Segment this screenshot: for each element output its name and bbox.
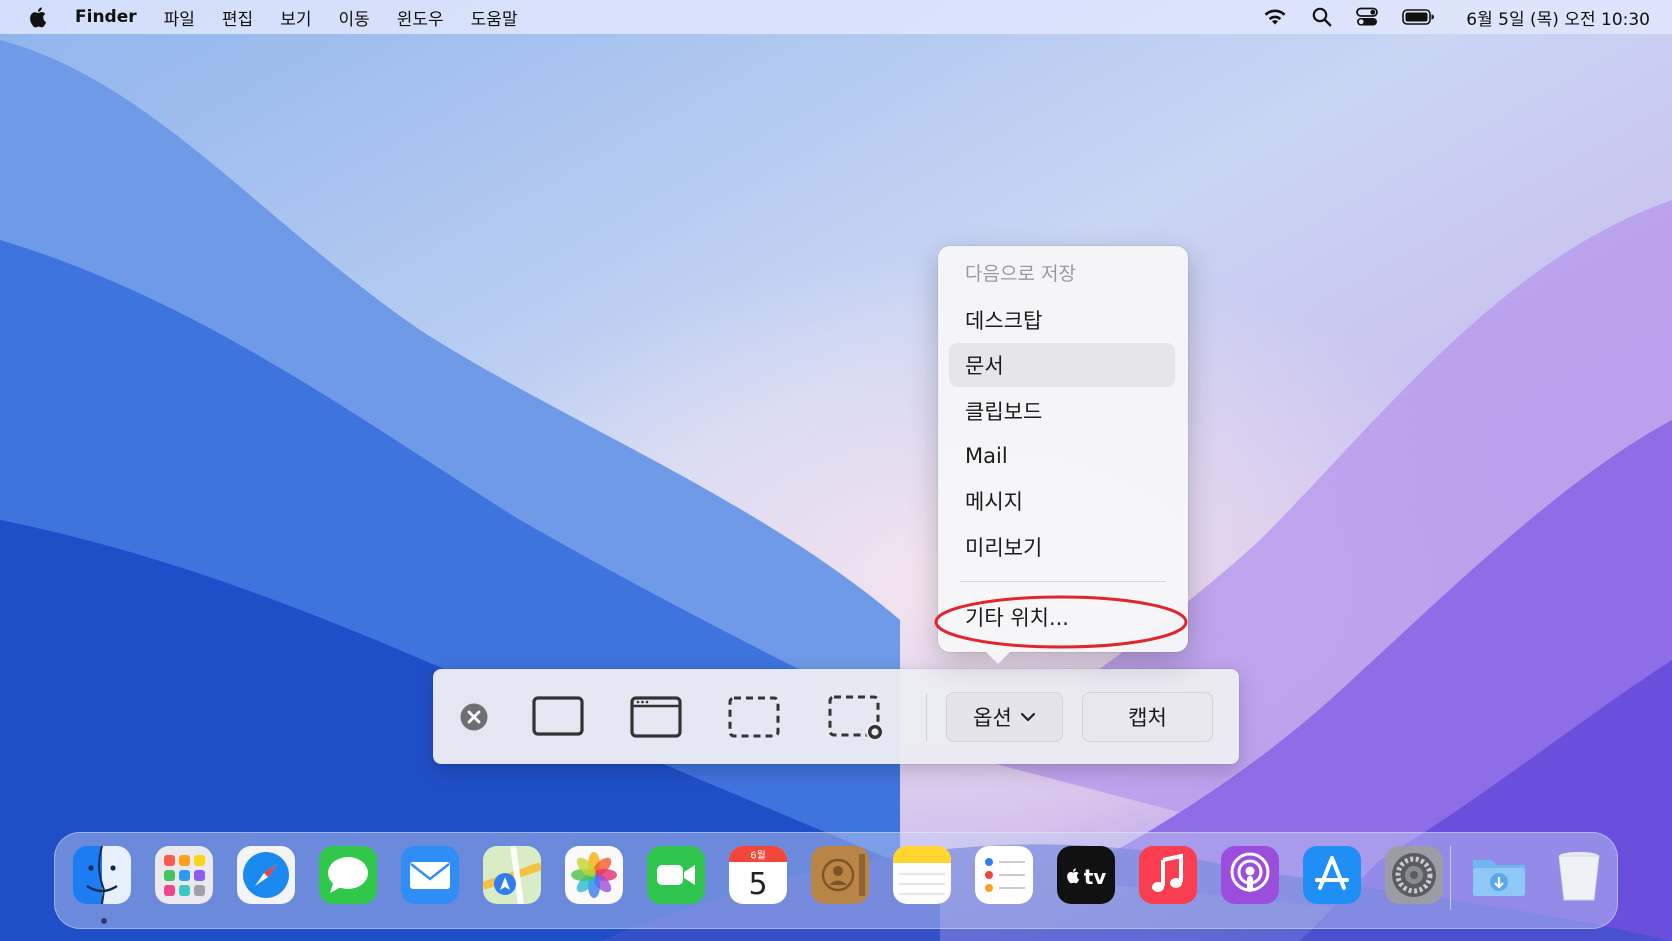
safari-icon[interactable] [237, 846, 295, 904]
calendar-month: 6월 [750, 850, 766, 862]
control-center-icon[interactable] [1356, 7, 1379, 27]
menu-item-messages[interactable]: 메시지 [949, 479, 1175, 523]
window-icon [630, 696, 682, 738]
toolbar-divider [926, 693, 927, 741]
launchpad-icon[interactable] [155, 846, 213, 904]
menu-item-other-location[interactable]: 기타 위치... [949, 595, 1175, 639]
trash-icon[interactable] [1550, 846, 1608, 904]
system-settings-icon[interactable] [1385, 846, 1443, 904]
dock-separator [1450, 846, 1451, 910]
music-icon[interactable] [1139, 846, 1197, 904]
menu-clock[interactable]: 6월 5일 (목) 오전 10:30 [1466, 5, 1650, 30]
calendar-day: 5 [748, 867, 767, 902]
capture-label: 캡처 [1128, 706, 1167, 730]
wifi-icon[interactable] [1262, 7, 1288, 27]
menu-go[interactable]: 이동 [338, 5, 369, 30]
apple-icon[interactable] [29, 6, 49, 28]
podcasts-icon[interactable] [1221, 846, 1279, 904]
photos-icon[interactable] [565, 846, 623, 904]
capture-button[interactable]: 캡처 [1082, 692, 1213, 742]
dock: 6월 5 tv [54, 832, 1618, 929]
capture-selection-button[interactable] [727, 695, 781, 739]
mail-icon[interactable] [401, 846, 459, 904]
menu-pointer [986, 652, 1010, 664]
menu-item-clipboard[interactable]: 클립보드 [949, 389, 1175, 433]
menu-separator [960, 581, 1166, 582]
facetime-icon[interactable] [647, 846, 705, 904]
capture-window-button[interactable] [629, 695, 683, 739]
desktop-wallpaper [0, 0, 1672, 941]
finder-running-indicator [101, 918, 107, 924]
tv-label: tv [1084, 865, 1107, 889]
capture-entire-screen-button[interactable] [531, 695, 585, 739]
app-store-icon[interactable] [1303, 846, 1361, 904]
contacts-icon[interactable] [811, 846, 869, 904]
menu-app-name[interactable]: Finder [75, 7, 137, 27]
menu-item-preview[interactable]: 미리보기 [949, 525, 1175, 569]
save-location-menu: 다음으로 저장 데스크탑 문서 클립보드 Mail 메시지 미리보기 기타 위치… [938, 246, 1188, 664]
screenshot-toolbar: 옵션 캡처 [433, 669, 1239, 764]
selection-icon [728, 696, 780, 738]
calendar-icon[interactable]: 6월 5 [729, 846, 787, 904]
spotlight-search-icon[interactable] [1312, 7, 1332, 27]
close-button[interactable] [458, 701, 490, 733]
menu-item-desktop[interactable]: 데스크탑 [949, 298, 1175, 342]
maps-icon[interactable] [483, 846, 541, 904]
menu-file[interactable]: 파일 [164, 5, 195, 30]
chevron-down-icon [1020, 712, 1035, 722]
menu-item-mail[interactable]: Mail [949, 434, 1175, 478]
apple-tv-icon[interactable]: tv [1057, 846, 1115, 904]
messages-icon[interactable] [319, 846, 377, 904]
finder-icon[interactable] [73, 846, 131, 904]
menu-help[interactable]: 도움말 [471, 5, 518, 30]
menu-bar: Finder 파일 편집 보기 이동 윈도우 도움말 6월 5일 (목) 오전 … [0, 0, 1672, 34]
save-to-header: 다음으로 저장 [965, 263, 1076, 285]
menu-edit[interactable]: 편집 [222, 5, 253, 30]
close-icon [460, 703, 488, 731]
record-selection-button[interactable] [827, 695, 885, 741]
battery-icon[interactable] [1402, 8, 1435, 26]
options-button[interactable]: 옵션 [946, 692, 1063, 742]
record-selection-icon [828, 695, 884, 741]
menu-window[interactable]: 윈도우 [397, 5, 444, 30]
entire-screen-icon [532, 696, 584, 736]
reminders-icon[interactable] [975, 846, 1033, 904]
menu-item-documents[interactable]: 문서 [949, 343, 1175, 387]
options-label: 옵션 [973, 706, 1012, 730]
menu-view[interactable]: 보기 [280, 5, 311, 30]
notes-icon[interactable] [893, 846, 951, 904]
downloads-folder-icon[interactable] [1470, 846, 1528, 904]
